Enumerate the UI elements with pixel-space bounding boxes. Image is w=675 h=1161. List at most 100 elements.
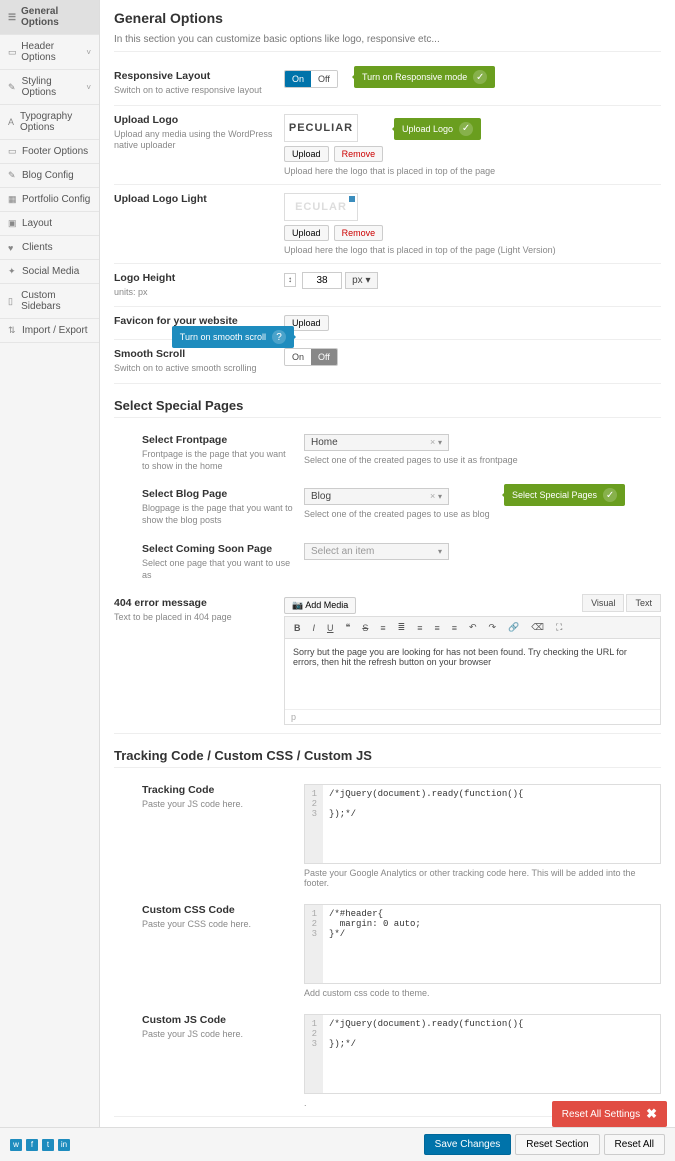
chevron-down-icon: ˅: [86, 83, 91, 92]
linkedin-icon[interactable]: in: [58, 1139, 70, 1151]
ol-icon[interactable]: ≣: [394, 620, 410, 635]
chevron-down-icon: ▾: [365, 275, 370, 286]
reset-section-button[interactable]: Reset Section: [515, 1134, 599, 1155]
code-heading: Tracking Code / Custom CSS / Custom JS: [114, 748, 661, 768]
logo-light-upload-button[interactable]: Upload: [284, 225, 329, 241]
logo-desc: Upload any media using the WordPress nat…: [114, 129, 274, 152]
css-hint: Add custom css code to theme.: [304, 988, 661, 998]
logo-height-label: Logo Height: [114, 272, 274, 284]
sidebar-item-footer[interactable]: ▭Footer Options: [0, 140, 99, 164]
exchange-icon: ⇅: [8, 325, 18, 336]
err404-content[interactable]: Sorry but the page you are looking for h…: [285, 639, 660, 709]
js-label: Custom JS Code: [142, 1014, 294, 1026]
coming-desc: Select one page that you want to use as: [142, 558, 294, 581]
logo-tooltip: Upload Logo✓: [394, 118, 481, 140]
redo-icon[interactable]: ↷: [485, 620, 501, 635]
coming-select[interactable]: Select an item▾: [304, 543, 449, 560]
facebook-icon[interactable]: f: [26, 1139, 38, 1151]
js-desc: Paste your JS code here.: [142, 1029, 294, 1041]
tracking-hint: Paste your Google Analytics or other tra…: [304, 868, 661, 888]
sidebar-item-general[interactable]: ☰General Options: [0, 0, 99, 35]
logo-light-label: Upload Logo Light: [114, 193, 274, 205]
css-editor[interactable]: 123 /*#header{ margin: 0 auto; }*/: [304, 904, 661, 984]
wordpress-icon[interactable]: w: [10, 1139, 22, 1151]
reset-all-settings-button[interactable]: Reset All Settings✖: [552, 1101, 667, 1127]
height-icon: ↕: [284, 273, 296, 287]
align-left-icon[interactable]: ≡: [413, 621, 426, 635]
smooth-label: Smooth Scroll: [114, 348, 274, 360]
strike-icon[interactable]: S: [358, 621, 372, 635]
add-media-button[interactable]: 📷 Add Media: [284, 597, 356, 614]
blogpage-desc: Blogpage is the page that you want to sh…: [142, 503, 294, 526]
frontpage-label: Select Frontpage: [142, 434, 294, 446]
clear-icon[interactable]: ×: [430, 491, 435, 501]
logo-height-input[interactable]: [302, 272, 342, 289]
align-right-icon[interactable]: ≡: [448, 621, 461, 635]
header-icon: ▭: [8, 47, 17, 58]
smooth-tooltip: Turn on smooth scroll?: [172, 326, 294, 348]
sidebar-item-layout[interactable]: ▣Layout: [0, 212, 99, 236]
ul-icon[interactable]: ≡: [376, 621, 389, 635]
close-icon: ✖: [646, 1106, 657, 1122]
question-icon: ?: [272, 330, 286, 344]
frontpage-select[interactable]: Home× ▾: [304, 434, 449, 451]
footer-bar: w f t in Save Changes Reset Section Rese…: [0, 1127, 675, 1161]
sidebar-item-header[interactable]: ▭Header Options˅: [0, 35, 99, 70]
italic-icon[interactable]: I: [309, 621, 320, 635]
undo-icon[interactable]: ↶: [465, 620, 481, 635]
grid-icon: ▦: [8, 194, 18, 205]
page-intro: In this section you can customize basic …: [114, 34, 661, 52]
unlink-icon[interactable]: ⌫: [527, 620, 548, 635]
frontpage-hint: Select one of the created pages to use i…: [304, 455, 661, 465]
editor-tab-visual[interactable]: Visual: [582, 594, 624, 612]
chevron-down-icon: ▾: [438, 492, 442, 501]
check-icon: ✓: [603, 488, 617, 502]
align-center-icon[interactable]: ≡: [430, 621, 443, 635]
logo-light-remove-button[interactable]: Remove: [334, 225, 384, 241]
frontpage-desc: Frontpage is the page that you want to s…: [142, 449, 294, 472]
twitter-icon[interactable]: t: [42, 1139, 54, 1151]
brush-icon: ✎: [8, 82, 18, 93]
logo-remove-button[interactable]: Remove: [334, 146, 384, 162]
fullscreen-icon[interactable]: ⛶: [552, 620, 566, 635]
logo-light-preview: ECULAR: [284, 193, 358, 221]
link-icon[interactable]: 🔗: [504, 620, 523, 635]
check-icon: ✓: [473, 70, 487, 84]
sidebar-item-import[interactable]: ⇅Import / Export: [0, 319, 99, 343]
js-editor[interactable]: 123 /*jQuery(document).ready(function(){…: [304, 1014, 661, 1094]
quote-icon[interactable]: ❝: [342, 620, 355, 635]
responsive-tooltip: Turn on Responsive mode✓: [354, 66, 495, 88]
sidebar-item-clients[interactable]: ♥Clients: [0, 236, 99, 260]
logo-height-unit[interactable]: px ▾: [345, 272, 377, 289]
sidebar-item-typography[interactable]: ATypography Options: [0, 105, 99, 140]
editor-tab-text[interactable]: Text: [626, 594, 661, 612]
save-button[interactable]: Save Changes: [424, 1134, 512, 1155]
reset-all-button[interactable]: Reset All: [604, 1134, 665, 1155]
tracking-desc: Paste your JS code here.: [142, 799, 294, 811]
sidebar-item-portfolio[interactable]: ▦Portfolio Config: [0, 188, 99, 212]
smooth-toggle[interactable]: OnOff: [284, 348, 338, 366]
sidebar-item-sidebars[interactable]: ▯Custom Sidebars: [0, 284, 99, 319]
sidebar-item-social[interactable]: ✦Social Media: [0, 260, 99, 284]
font-icon: A: [8, 117, 16, 127]
chevron-down-icon: ▾: [438, 547, 442, 556]
layout-icon: ▣: [8, 218, 18, 229]
blogpage-select[interactable]: Blog× ▾: [304, 488, 449, 505]
clear-icon[interactable]: ×: [430, 437, 435, 447]
tracking-label: Tracking Code: [142, 784, 294, 796]
bold-icon[interactable]: B: [290, 621, 305, 635]
responsive-desc: Switch on to active responsive layout: [114, 85, 274, 97]
settings-sidebar: ☰General Options ▭Header Options˅ ✎Styli…: [0, 0, 100, 1127]
twitter-icon: ✦: [8, 266, 18, 277]
err404-path: p: [285, 709, 660, 724]
responsive-toggle[interactable]: OnOff: [284, 70, 338, 88]
logo-upload-button[interactable]: Upload: [284, 146, 329, 162]
smooth-desc: Switch on to active smooth scrolling: [114, 363, 274, 375]
main-panel: General Options In this section you can …: [100, 0, 675, 1127]
underline-icon[interactable]: U: [323, 621, 338, 635]
tracking-editor[interactable]: 123 /*jQuery(document).ready(function(){…: [304, 784, 661, 864]
special-heading: Select Special Pages: [114, 398, 661, 418]
sidebar-item-blog[interactable]: ✎Blog Config: [0, 164, 99, 188]
logo-preview: PECULIAR: [284, 114, 358, 142]
sidebar-item-styling[interactable]: ✎Styling Options˅: [0, 70, 99, 105]
